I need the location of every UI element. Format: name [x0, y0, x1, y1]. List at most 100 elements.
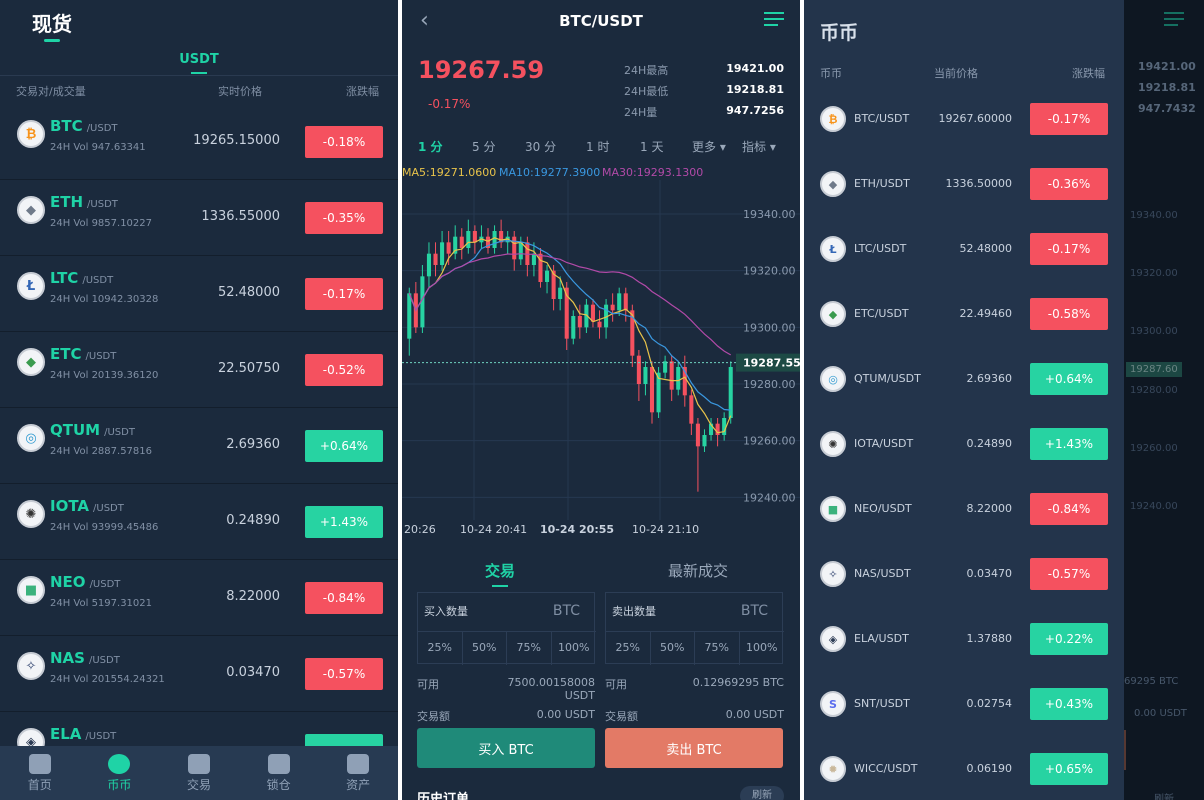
lock-position-icon — [267, 754, 290, 774]
nav-home[interactable]: 首页 — [0, 746, 80, 800]
pair-drawer: 币币 币币 当前价格 涨跌幅 ₿ BTC/USDT 19267.60000 -0.17… — [804, 0, 1124, 800]
market-row[interactable]: ◆ ETH/USDT 24H Vol 9857.10227 1336.55000 -0.… — [0, 180, 398, 256]
pair-symbol: NEO/USDT — [50, 573, 120, 591]
drawer-pair-row[interactable]: Ł LTC/USDT 52.48000 -0.17% — [804, 216, 1124, 281]
buy-pct-50[interactable]: 50% — [462, 631, 507, 665]
menu-icon — [1164, 12, 1184, 28]
drawer-pair-row[interactable]: ✹ WICC/USDT 0.06190 +0.65% — [804, 736, 1124, 800]
drawer-pair-row[interactable]: ✧ NAS/USDT 0.03470 -0.57% — [804, 541, 1124, 606]
pair-drawer-screen: 19421.00 19218.81 947.7432 19340.00 1932… — [804, 0, 1204, 800]
pair-name: WICC/USDT — [854, 762, 918, 775]
sell-amount-total: 0.00 USDT — [725, 708, 784, 721]
sell-button[interactable]: 卖出 BTC — [605, 728, 783, 768]
sell-pct-50[interactable]: 50% — [650, 631, 695, 665]
sell-pct-25[interactable]: 25% — [606, 631, 651, 665]
kline-chart[interactable]: 19340.00 19320.00 19300.00 19280.00 19260.00… — [402, 180, 800, 545]
header-pair: 交易对/成交量 — [16, 85, 86, 98]
timeframe-5m[interactable]: 5 分 — [472, 138, 495, 155]
pair-price: 1.37880 — [966, 632, 1013, 645]
market-row[interactable]: ✧ NAS/USDT 24H Vol 201554.24321 0.03470 -0.5… — [0, 636, 398, 712]
drawer-pair-row[interactable]: ₿ BTC/USDT 19267.60000 -0.17% — [804, 86, 1124, 151]
market-row[interactable]: ₿ BTC/USDT 24H Vol 947.63341 19265.15000 -0.… — [0, 104, 398, 180]
change-badge: +0.22% — [1030, 623, 1108, 655]
dim-current-price: 19287.60 — [1126, 362, 1182, 377]
y-tick-label: 19240.00 — [743, 491, 796, 504]
tab-trade[interactable]: 交易 — [485, 560, 515, 581]
pair-symbol: ELA/USDT — [50, 725, 116, 743]
pair-volume: 24H Vol 93999.45486 — [50, 522, 159, 533]
nav-trade[interactable]: 交易 — [159, 746, 239, 800]
buy-amount-input[interactable]: 买入数量 BTC 25% 50% 75% 100% — [417, 592, 596, 665]
litecoin-icon: Ł — [17, 272, 45, 300]
header-price: 实时价格 — [218, 85, 262, 98]
buy-pct-75[interactable]: 75% — [507, 631, 552, 665]
nav-coin-exchange[interactable]: 币币 — [80, 746, 160, 800]
drawer-pair-row[interactable]: S SNT/USDT 0.02754 +0.43% — [804, 671, 1124, 736]
change-badge: -0.84% — [1030, 493, 1108, 525]
timeframe-1d[interactable]: 1 天 — [640, 138, 663, 155]
buy-coin-unit: BTC — [552, 603, 580, 619]
candle-body — [676, 367, 681, 390]
timeframe-30m[interactable]: 30 分 — [525, 138, 556, 155]
nebulas-icon: ✧ — [17, 652, 45, 680]
change-badge: +0.64% — [1030, 363, 1108, 395]
ma30-line — [408, 253, 732, 356]
sell-amount-input[interactable]: 卖出数量 BTC 25% 50% 75% 100% — [605, 592, 784, 665]
buy-button[interactable]: 买入 BTC — [417, 728, 595, 768]
stat-high-label: 24H最高 — [624, 64, 669, 77]
dim-tick: 19240.00 — [1130, 501, 1178, 512]
timeframe-1h[interactable]: 1 时 — [586, 138, 609, 155]
pair-name: ETC/USDT — [854, 307, 909, 320]
ma30-label: MA30:19293.1300 — [602, 166, 704, 179]
pair-base: BTC — [50, 117, 83, 135]
candle-body — [636, 355, 641, 384]
market-row[interactable]: ✺ IOTA/USDT 24H Vol 93999.45486 0.24890 +1.4… — [0, 484, 398, 560]
refresh-button[interactable]: 刷新 — [740, 786, 784, 800]
stat-vol-value: 947.7256 — [726, 104, 784, 117]
nav-wallet[interactable]: 资产 — [318, 746, 398, 800]
nav-lock-position[interactable]: 锁仓 — [239, 746, 319, 800]
pair-price: 22.49460 — [959, 307, 1013, 320]
pair-price: 0.24890 — [966, 437, 1013, 450]
change-badge: +0.43% — [1030, 688, 1108, 720]
indicator-select[interactable]: 指标 ▾ — [742, 138, 776, 155]
drawer-pair-row[interactable]: ◈ ELA/USDT 1.37880 +0.22% — [804, 606, 1124, 671]
ethereum-classic-icon: ◆ — [17, 348, 45, 376]
x-tick-label: 20:26 — [404, 523, 436, 536]
drawer-pair-row[interactable]: ◎ QTUM/USDT 2.69360 +0.64% — [804, 346, 1124, 411]
tab-latest-trades[interactable]: 最新成交 — [668, 560, 728, 581]
drawer-pair-row[interactable]: ✺ IOTA/USDT 0.24890 +1.43% — [804, 411, 1124, 476]
market-row[interactable]: ■ NEO/USDT 24H Vol 5197.31021 8.22000 -0.84% — [0, 560, 398, 636]
candle-body — [558, 287, 563, 299]
pair-symbol: ETC/USDT — [50, 345, 116, 363]
pair-symbol: ETH/USDT — [50, 193, 118, 211]
sell-available-label: 可用 — [605, 678, 627, 691]
market-row[interactable]: Ł LTC/USDT 24H Vol 10942.30328 52.48000 -0.1… — [0, 256, 398, 332]
menu-icon[interactable] — [764, 12, 784, 28]
pair-base: NAS — [50, 649, 85, 667]
candle-body — [590, 304, 595, 322]
buy-pct-25[interactable]: 25% — [418, 631, 463, 665]
sell-pct-75[interactable]: 75% — [695, 631, 740, 665]
trade-icon — [187, 754, 210, 774]
change-badge: -0.36% — [1030, 168, 1108, 200]
timeframe-1m[interactable]: 1 分 — [418, 138, 443, 155]
market-row[interactable]: ◆ ETC/USDT 24H Vol 20139.36120 22.50750 -0.5… — [0, 332, 398, 408]
y-tick-label: 19340.00 — [743, 208, 796, 221]
bottom-nav: 首页 币币 交易 锁仓 资产 — [0, 746, 398, 800]
sell-pct-100[interactable]: 100% — [739, 631, 784, 665]
pair-price: 0.03470 — [226, 665, 280, 680]
x-tick-label: 10-24 20:55 — [540, 523, 614, 536]
tab-usdt[interactable]: USDT — [0, 52, 398, 67]
title-underline — [44, 39, 60, 42]
buy-pct-100[interactable]: 100% — [551, 631, 596, 665]
drawer-pair-row[interactable]: ◆ ETC/USDT 22.49460 -0.58% — [804, 281, 1124, 346]
stat-vol-label: 24H量 — [624, 106, 658, 119]
market-row[interactable]: ◎ QTUM/USDT 24H Vol 2887.57816 2.69360 +0.64… — [0, 408, 398, 484]
pair-name: SNT/USDT — [854, 697, 910, 710]
drawer-pair-row[interactable]: ◆ ETH/USDT 1336.50000 -0.36% — [804, 151, 1124, 216]
pair-volume: 24H Vol 10942.30328 — [50, 294, 159, 305]
drawer-pair-row[interactable]: ■ NEO/USDT 8.22000 -0.84% — [804, 476, 1124, 541]
timeframe-more[interactable]: 更多 ▾ — [692, 138, 726, 155]
header-price: 当前价格 — [934, 67, 978, 80]
